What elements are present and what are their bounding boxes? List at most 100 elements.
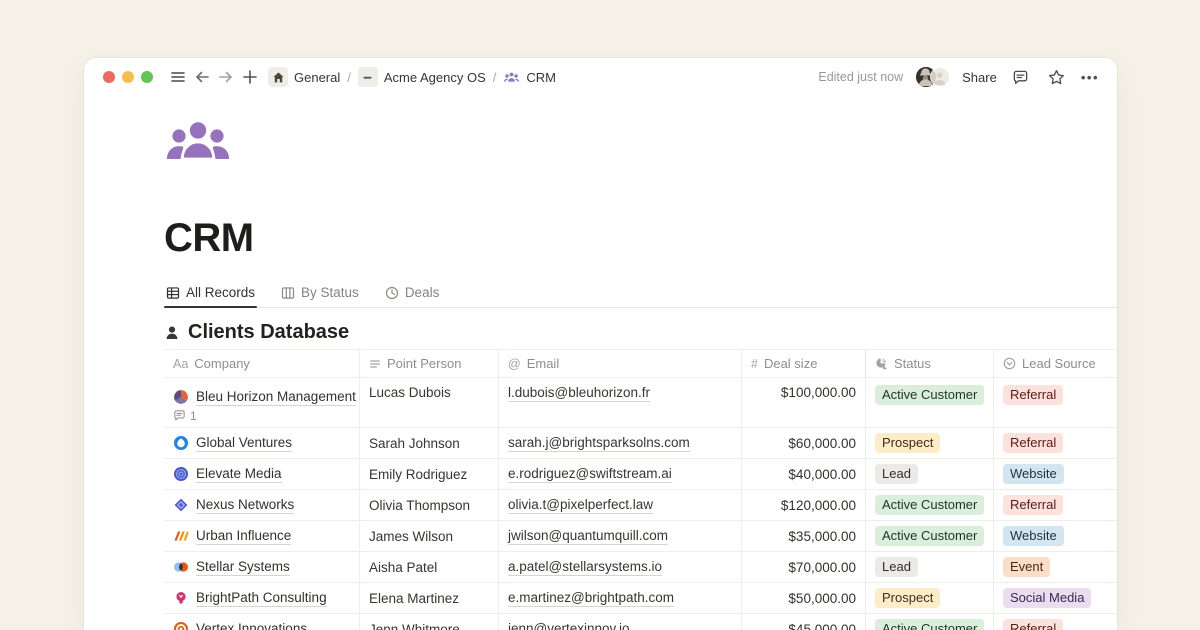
table-row[interactable]: Elevate Media Emily Rodriguez e.rodrigue… (164, 458, 1117, 489)
company-cell[interactable]: Stellar Systems (164, 552, 359, 582)
breadcrumb-item-crm[interactable]: CRM (526, 70, 556, 85)
lead-source-cell[interactable]: Referral (993, 614, 1117, 630)
minimize-button[interactable] (122, 71, 134, 83)
company-cell[interactable]: BrightPath Consulting (164, 583, 359, 613)
status-cell[interactable]: Prospect (865, 583, 993, 613)
table-row[interactable]: Urban Influence James Wilson jwilson@qua… (164, 520, 1117, 551)
table-row[interactable]: Vertex Innovations Jenn Whitmore jenn@ve… (164, 613, 1117, 630)
point-person-cell[interactable]: Elena Martinez (359, 583, 498, 613)
close-button[interactable] (103, 71, 115, 83)
lead-source-cell[interactable]: Event (993, 552, 1117, 582)
email-cell[interactable]: a.patel@stellarsystems.io (498, 552, 741, 582)
email-cell[interactable]: e.rodriguez@swiftstream.ai (498, 459, 741, 489)
company-cell[interactable]: Urban Influence (164, 521, 359, 551)
table-row[interactable]: Nexus Networks Olivia Thompson olivia.t@… (164, 489, 1117, 520)
comment-count-badge[interactable]: 1 (173, 409, 197, 423)
status-cell[interactable]: Active Customer (865, 490, 993, 520)
company-name[interactable]: Nexus Networks (196, 497, 294, 514)
point-person-value: Olivia Thompson (369, 498, 470, 513)
deal-size-cell[interactable]: $60,000.00 (741, 428, 865, 458)
status-cell[interactable]: Active Customer (865, 614, 993, 630)
table-row[interactable]: Global Ventures Sarah Johnson sarah.j@br… (164, 427, 1117, 458)
company-name[interactable]: Stellar Systems (196, 559, 290, 576)
page-icon-people[interactable] (164, 118, 232, 166)
deal-size-cell[interactable]: $45,000.00 (741, 614, 865, 630)
lead-source-cell[interactable]: Website (993, 459, 1117, 489)
tab-label: All Records (186, 285, 255, 300)
deal-size-value: $45,000.00 (788, 622, 856, 630)
point-person-cell[interactable]: Jenn Whitmore (359, 614, 498, 630)
company-name[interactable]: Urban Influence (196, 528, 291, 545)
email-cell[interactable]: olivia.t@pixelperfect.law (498, 490, 741, 520)
column-header-lead-source[interactable]: Lead Source (993, 350, 1117, 377)
collaborator-avatars[interactable] (915, 66, 950, 88)
lead-source-cell[interactable]: Referral (993, 490, 1117, 520)
point-person-cell[interactable]: Aisha Patel (359, 552, 498, 582)
point-person-cell[interactable]: Sarah Johnson (359, 428, 498, 458)
breadcrumb-item-general[interactable]: General (294, 70, 340, 85)
column-header-company[interactable]: Aa Company (164, 350, 359, 377)
forward-icon[interactable] (214, 65, 238, 89)
lead-source-cell[interactable]: Website (993, 521, 1117, 551)
deal-size-cell[interactable]: $50,000.00 (741, 583, 865, 613)
lead-source-cell[interactable]: Referral (993, 428, 1117, 458)
status-cell[interactable]: Lead (865, 459, 993, 489)
table-row[interactable]: Bleu Horizon Management 1 Lucas Dubois l… (164, 377, 1117, 427)
company-name[interactable]: BrightPath Consulting (196, 590, 327, 607)
lead-source-cell[interactable]: Social Media (993, 583, 1117, 613)
point-person-cell[interactable]: Olivia Thompson (359, 490, 498, 520)
database-title[interactable]: Clients Database (188, 321, 349, 344)
page-title[interactable]: CRM (164, 216, 1117, 260)
status-cell[interactable]: Prospect (865, 428, 993, 458)
status-cell[interactable]: Active Customer (865, 521, 993, 551)
status-cell[interactable]: Active Customer (865, 378, 993, 427)
column-header-point-person[interactable]: Point Person (359, 350, 498, 377)
table-row[interactable]: BrightPath Consulting Elena Martinez e.m… (164, 582, 1117, 613)
column-header-deal-size[interactable]: # Deal size (741, 350, 865, 377)
email-cell[interactable]: e.martinez@brightpath.com (498, 583, 741, 613)
table-icon (166, 286, 180, 300)
favorite-star-icon[interactable] (1045, 65, 1069, 89)
page-dash-icon[interactable] (358, 67, 378, 87)
zoom-button[interactable] (141, 71, 153, 83)
column-header-status[interactable]: Status (865, 350, 993, 377)
email-cell[interactable]: jenn@vertexinnov.io (498, 614, 741, 630)
email-cell[interactable]: sarah.j@brightsparksolns.com (498, 428, 741, 458)
company-cell[interactable]: Global Ventures (164, 428, 359, 458)
deal-size-cell[interactable]: $120,000.00 (741, 490, 865, 520)
company-cell[interactable]: Vertex Innovations (164, 614, 359, 630)
breadcrumb: General / Acme Agency OS / CRM (268, 67, 556, 87)
deal-size-cell[interactable]: $35,000.00 (741, 521, 865, 551)
company-cell[interactable]: Nexus Networks (164, 490, 359, 520)
company-name[interactable]: Vertex Innovations (196, 621, 307, 630)
deal-size-cell[interactable]: $100,000.00 (741, 378, 865, 427)
column-header-email[interactable]: @ Email (498, 350, 741, 377)
company-cell[interactable]: Bleu Horizon Management 1 (164, 378, 359, 427)
brightpath-logo (173, 590, 189, 606)
point-person-cell[interactable]: Lucas Dubois (359, 378, 498, 427)
share-button[interactable]: Share (962, 70, 997, 85)
table-row[interactable]: Stellar Systems Aisha Patel a.patel@stel… (164, 551, 1117, 582)
more-options-icon[interactable]: ••• (1081, 70, 1099, 85)
company-name[interactable]: Global Ventures (196, 435, 292, 452)
point-person-cell[interactable]: James Wilson (359, 521, 498, 551)
back-icon[interactable] (190, 65, 214, 89)
company-name[interactable]: Elevate Media (196, 466, 282, 483)
company-name[interactable]: Bleu Horizon Management (196, 389, 356, 406)
deal-size-cell[interactable]: $70,000.00 (741, 552, 865, 582)
breadcrumb-item-workspace[interactable]: Acme Agency OS (384, 70, 486, 85)
company-cell[interactable]: Elevate Media (164, 459, 359, 489)
tab-by-status[interactable]: By Status (279, 282, 361, 307)
point-person-cell[interactable]: Emily Rodriguez (359, 459, 498, 489)
tab-all-records[interactable]: All Records (164, 282, 257, 307)
deal-size-cell[interactable]: $40,000.00 (741, 459, 865, 489)
email-cell[interactable]: l.dubois@bleuhorizon.fr (498, 378, 741, 427)
lead-source-cell[interactable]: Referral (993, 378, 1117, 427)
sidebar-menu-icon[interactable] (166, 65, 190, 89)
email-cell[interactable]: jwilson@quantumquill.com (498, 521, 741, 551)
status-cell[interactable]: Lead (865, 552, 993, 582)
home-icon[interactable] (268, 67, 288, 87)
comments-icon[interactable] (1009, 65, 1033, 89)
new-page-icon[interactable] (238, 65, 262, 89)
tab-deals[interactable]: Deals (383, 282, 442, 307)
